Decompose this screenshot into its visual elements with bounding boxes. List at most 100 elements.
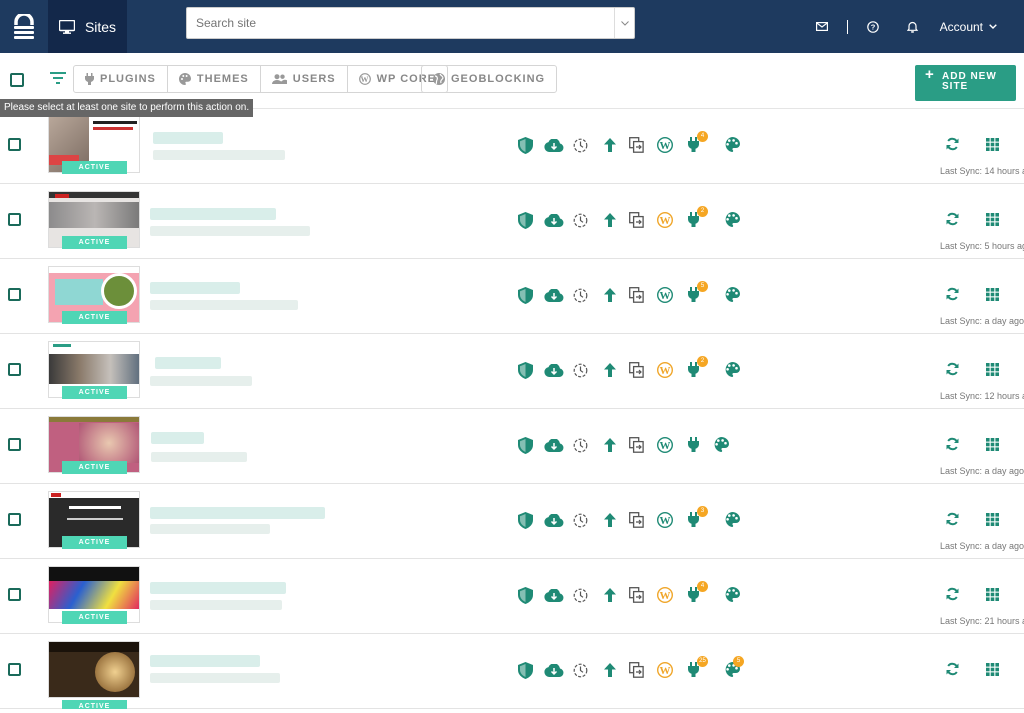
- site-menu-button[interactable]: [986, 513, 999, 526]
- schedule-button[interactable]: [573, 138, 588, 153]
- plugins-update-button[interactable]: 5: [688, 281, 708, 302]
- search-dropdown-button[interactable]: [614, 8, 634, 38]
- plugins-update-button[interactable]: 4: [688, 131, 708, 152]
- update-button[interactable]: [604, 438, 616, 452]
- site-menu-button[interactable]: [986, 363, 999, 376]
- themes-update-button[interactable]: [724, 287, 740, 302]
- clone-button[interactable]: [629, 587, 644, 603]
- sync-button[interactable]: [946, 512, 959, 526]
- themes-button[interactable]: THEMES: [168, 66, 261, 92]
- schedule-button[interactable]: [573, 663, 588, 678]
- themes-update-button[interactable]: [724, 587, 740, 602]
- clone-button[interactable]: [629, 362, 644, 378]
- site-checkbox[interactable]: [8, 438, 21, 451]
- clone-button[interactable]: [629, 437, 644, 453]
- wp-core-update-button[interactable]: W: [657, 212, 673, 228]
- themes-update-button[interactable]: 5: [724, 656, 744, 677]
- update-button[interactable]: [604, 363, 616, 377]
- site-menu-button[interactable]: [986, 213, 999, 226]
- plugins-update-button[interactable]: [688, 437, 699, 452]
- schedule-button[interactable]: [573, 588, 588, 603]
- clone-button[interactable]: [629, 662, 644, 678]
- wp-core-update-button[interactable]: W: [657, 137, 673, 153]
- geoblocking-button[interactable]: GEOBLOCKING: [422, 66, 556, 92]
- site-name-redacted[interactable]: [151, 432, 204, 444]
- themes-update-button[interactable]: [724, 512, 740, 527]
- clone-button[interactable]: [629, 137, 644, 153]
- site-checkbox[interactable]: [8, 363, 21, 376]
- wp-core-update-button[interactable]: W: [657, 587, 673, 603]
- site-thumbnail[interactable]: [48, 641, 140, 698]
- site-name-redacted[interactable]: [153, 132, 223, 144]
- sync-button[interactable]: [946, 212, 959, 226]
- security-button[interactable]: [518, 212, 533, 229]
- site-checkbox[interactable]: [8, 288, 21, 301]
- plugins-update-button[interactable]: 25: [688, 656, 708, 677]
- search-input[interactable]: [187, 8, 614, 38]
- wp-core-update-button[interactable]: W: [657, 437, 673, 453]
- schedule-button[interactable]: [573, 513, 588, 528]
- plugins-update-button[interactable]: 2: [688, 356, 708, 377]
- sync-button[interactable]: [946, 362, 959, 376]
- site-name-redacted[interactable]: [150, 655, 260, 667]
- site-menu-button[interactable]: [986, 138, 999, 151]
- site-name-redacted[interactable]: [150, 507, 325, 519]
- security-button[interactable]: [518, 512, 533, 529]
- wp-core-update-button[interactable]: W: [657, 362, 673, 378]
- select-all-checkbox[interactable]: [10, 73, 24, 87]
- themes-update-button[interactable]: [724, 362, 740, 377]
- update-button[interactable]: [604, 513, 616, 527]
- update-button[interactable]: [604, 663, 616, 677]
- help-button[interactable]: ?: [860, 20, 886, 33]
- notifications-button[interactable]: [900, 21, 926, 33]
- schedule-button[interactable]: [573, 438, 588, 453]
- wp-core-update-button[interactable]: W: [657, 512, 673, 528]
- plugins-button[interactable]: PLUGINS: [74, 66, 168, 92]
- site-checkbox[interactable]: [8, 138, 21, 151]
- sync-button[interactable]: [946, 587, 959, 601]
- backup-button[interactable]: [544, 289, 564, 302]
- backup-button[interactable]: [544, 364, 564, 377]
- security-button[interactable]: [518, 362, 533, 379]
- clone-button[interactable]: [629, 512, 644, 528]
- sync-button[interactable]: [946, 437, 959, 451]
- sync-button[interactable]: [946, 137, 959, 151]
- update-button[interactable]: [604, 138, 616, 152]
- site-checkbox[interactable]: [8, 663, 21, 676]
- update-button[interactable]: [604, 213, 616, 227]
- site-menu-button[interactable]: [986, 288, 999, 301]
- mail-button[interactable]: [809, 22, 835, 31]
- schedule-button[interactable]: [573, 213, 588, 228]
- clone-button[interactable]: [629, 287, 644, 303]
- wp-core-update-button[interactable]: W: [657, 287, 673, 303]
- plugins-update-button[interactable]: 3: [688, 506, 708, 527]
- sites-tab[interactable]: Sites: [48, 0, 127, 53]
- security-button[interactable]: [518, 662, 533, 679]
- backup-button[interactable]: [544, 439, 564, 452]
- schedule-button[interactable]: [573, 363, 588, 378]
- themes-update-button[interactable]: [724, 212, 740, 227]
- clone-button[interactable]: [629, 212, 644, 228]
- site-name-redacted[interactable]: [150, 208, 276, 220]
- site-name-redacted[interactable]: [150, 582, 286, 594]
- backup-button[interactable]: [544, 589, 564, 602]
- sync-button[interactable]: [946, 287, 959, 301]
- wp-core-update-button[interactable]: W: [657, 662, 673, 678]
- site-checkbox[interactable]: [8, 588, 21, 601]
- schedule-button[interactable]: [573, 288, 588, 303]
- account-menu[interactable]: Account: [940, 20, 997, 34]
- backup-button[interactable]: [544, 514, 564, 527]
- backup-button[interactable]: [544, 664, 564, 677]
- add-new-site-button[interactable]: + ADD NEW SITE: [915, 65, 1016, 101]
- themes-update-button[interactable]: [724, 137, 740, 152]
- themes-update-button[interactable]: [713, 437, 729, 452]
- security-button[interactable]: [518, 287, 533, 304]
- site-checkbox[interactable]: [8, 513, 21, 526]
- site-menu-button[interactable]: [986, 438, 999, 451]
- site-menu-button[interactable]: [986, 663, 999, 676]
- site-name-redacted[interactable]: [150, 282, 240, 294]
- plugins-update-button[interactable]: 2: [688, 206, 708, 227]
- update-button[interactable]: [604, 588, 616, 602]
- site-menu-button[interactable]: [986, 588, 999, 601]
- security-button[interactable]: [518, 437, 533, 454]
